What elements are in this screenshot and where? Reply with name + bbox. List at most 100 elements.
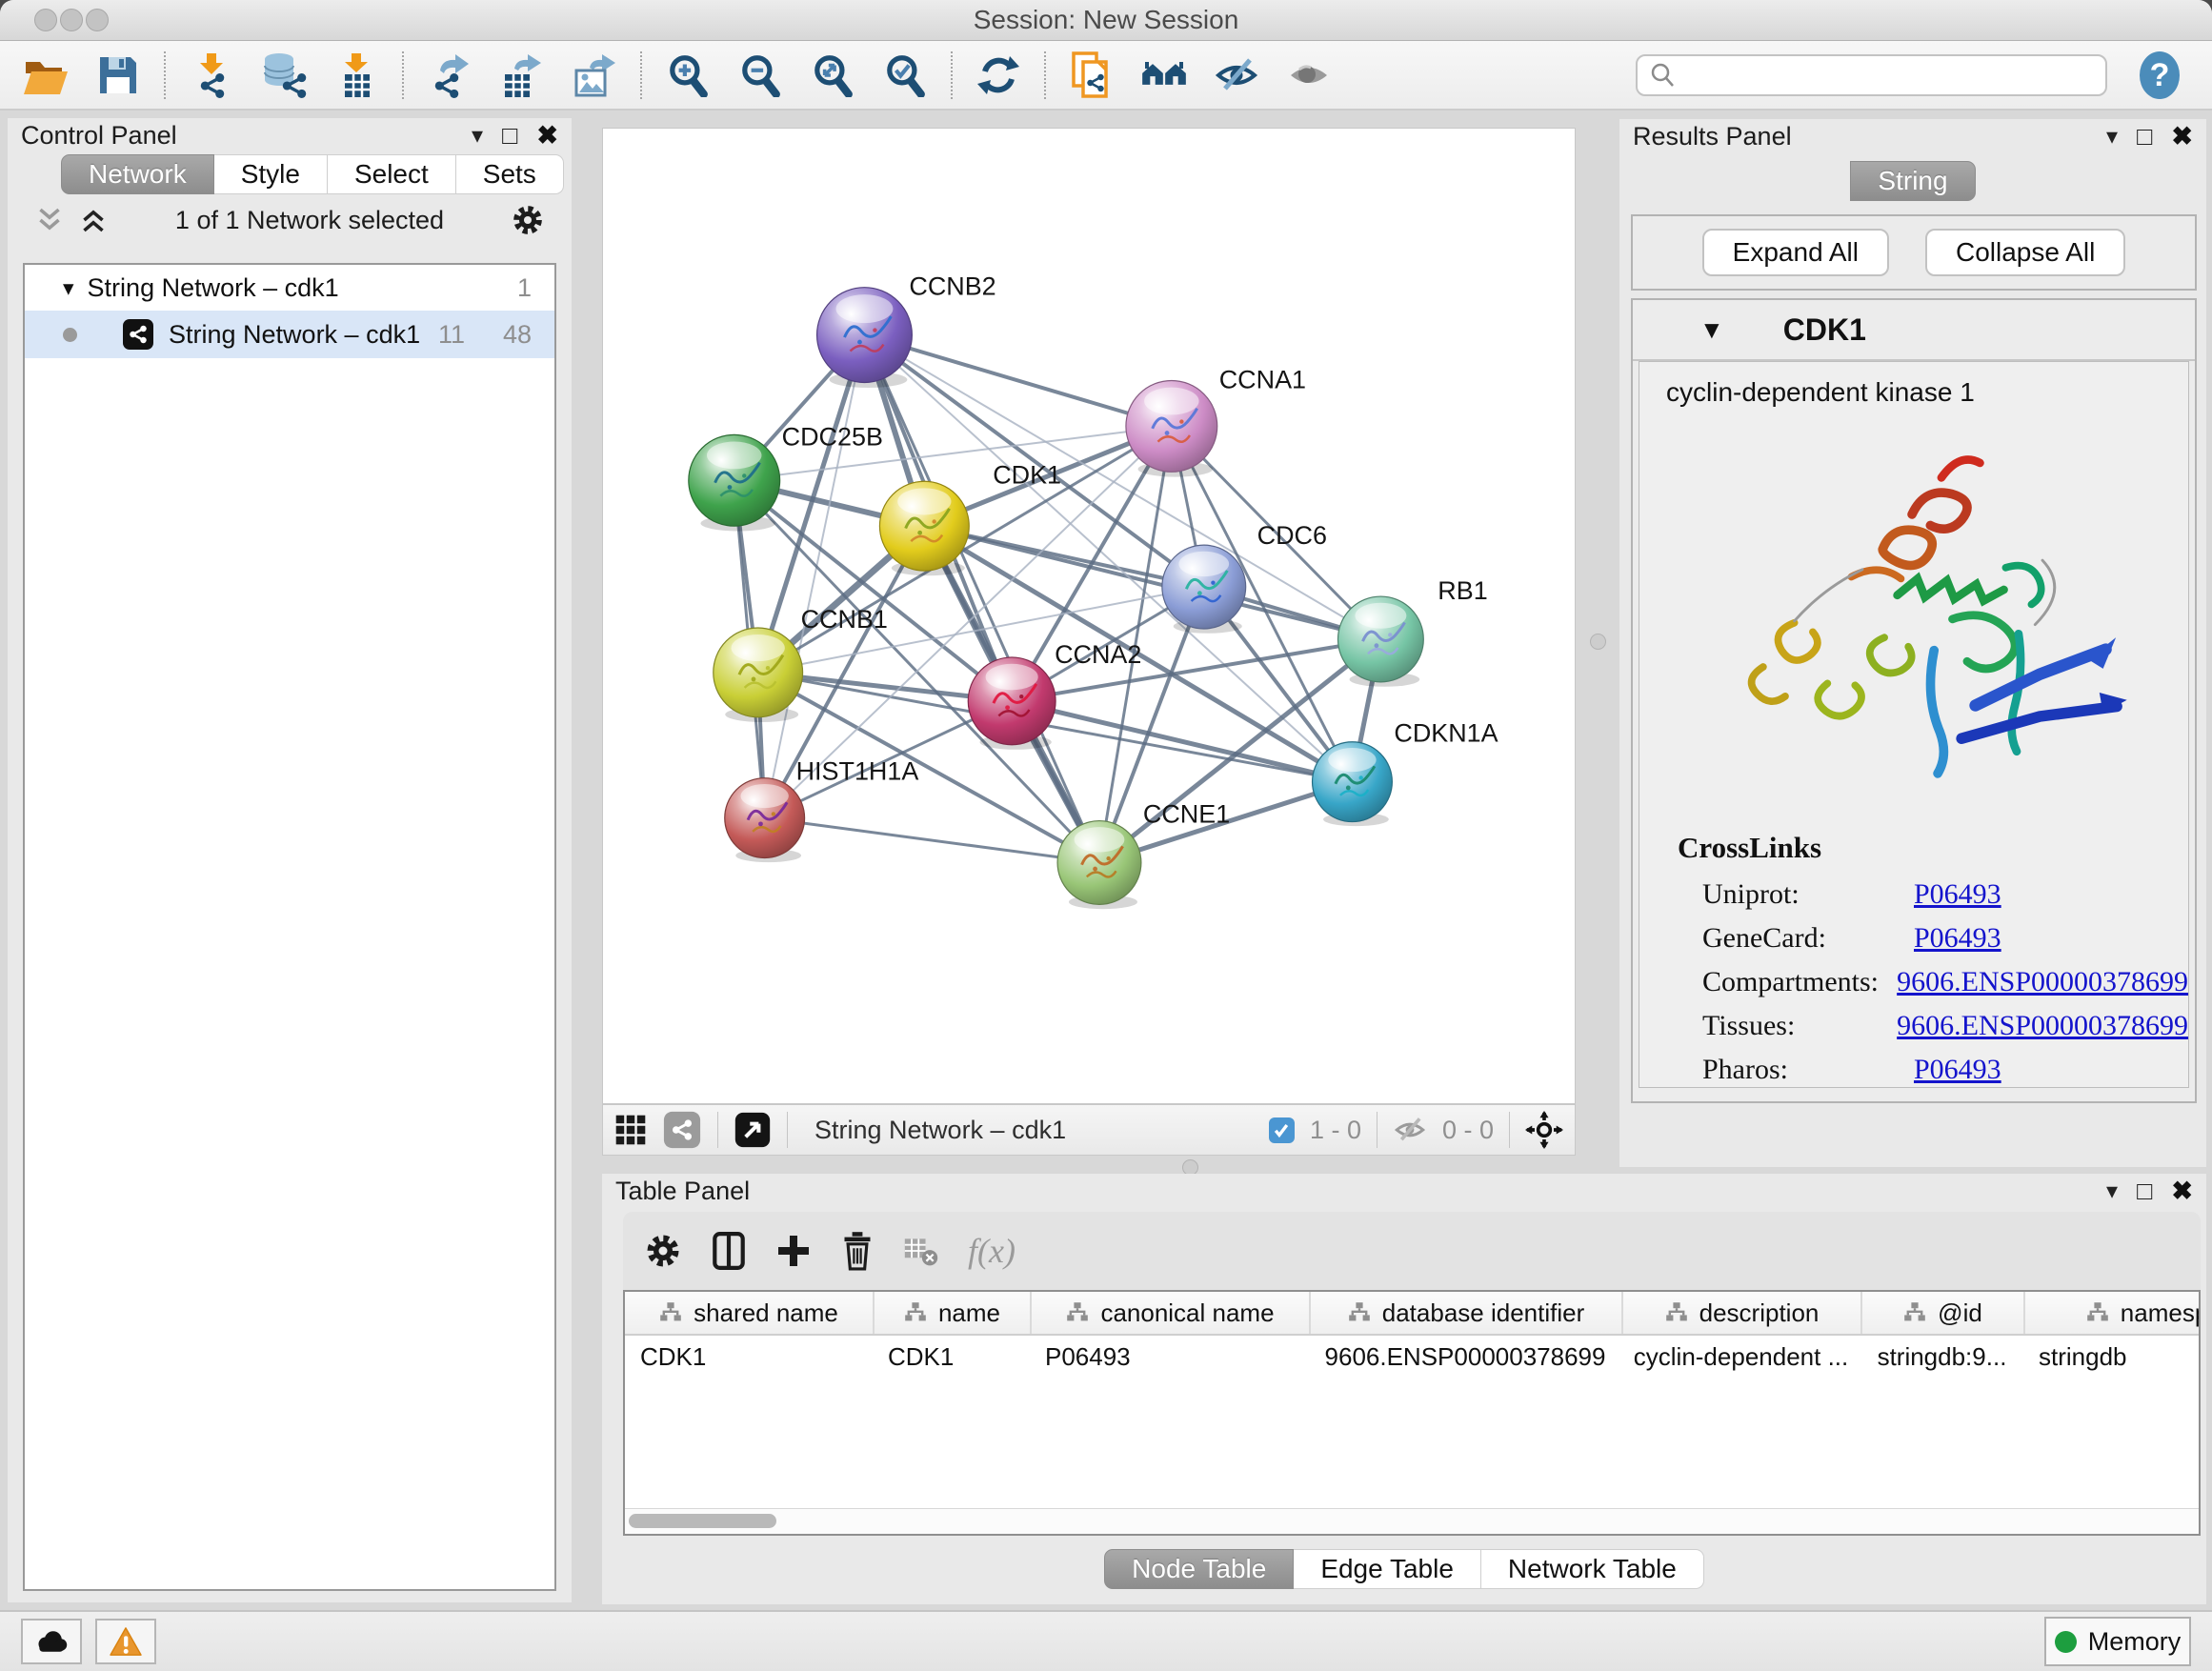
column-header-shared-name[interactable]: shared name xyxy=(625,1292,873,1334)
collection-expand-icon[interactable]: ▾ xyxy=(63,275,74,301)
zoom-fit-button[interactable] xyxy=(796,48,869,103)
column-header-canonical-name[interactable]: canonical name xyxy=(1030,1292,1309,1334)
string-home-button[interactable] xyxy=(1128,48,1200,103)
column-header-name[interactable]: name xyxy=(873,1292,1030,1334)
network-options-gear-icon[interactable] xyxy=(511,203,545,237)
control-panel-float-icon[interactable]: □ xyxy=(502,121,517,151)
node-details-expand-icon[interactable]: ▼ xyxy=(1699,315,1724,345)
column-header-@id[interactable]: @id xyxy=(1860,1292,2023,1334)
table-options-gear-icon[interactable] xyxy=(644,1232,682,1270)
tab-edge-table[interactable]: Edge Table xyxy=(1294,1549,1481,1589)
node-CDKN1A[interactable] xyxy=(1313,742,1393,826)
string-network-graph[interactable]: CCNB2CCNA1CDC25BCDK1CDC6RB1CCNB1CCNA2CDK… xyxy=(603,129,1575,1103)
open-session-button[interactable] xyxy=(10,48,82,103)
save-session-button[interactable] xyxy=(82,48,154,103)
zoom-out-button[interactable] xyxy=(724,48,796,103)
crosslink-link[interactable]: 9606.ENSP00000378699 xyxy=(1897,1010,2188,1042)
table-toolbar: f(x) xyxy=(623,1212,2201,1290)
control-panel-menu-icon[interactable]: ▾ xyxy=(472,122,483,150)
import-network-database-button[interactable] xyxy=(248,48,320,103)
collapse-all-button[interactable]: Collapse All xyxy=(1925,229,2125,276)
expand-all-icon[interactable] xyxy=(78,206,109,234)
table-cell[interactable]: CDK1 xyxy=(625,1336,873,1378)
import-network-file-button[interactable] xyxy=(175,48,248,103)
control-panel-tabs: NetworkStyleSelectSets xyxy=(61,154,533,194)
network-collection-row[interactable]: ▾ String Network – cdk1 1 xyxy=(25,265,554,311)
tab-select[interactable]: Select xyxy=(328,154,456,194)
tab-string[interactable]: String xyxy=(1850,161,1975,201)
status-bar: Memory xyxy=(0,1610,2212,1671)
search-input[interactable] xyxy=(1683,59,2094,91)
crosslink-link[interactable]: P06493 xyxy=(1914,878,2001,911)
control-panel-close-icon[interactable]: ✖ xyxy=(536,121,558,151)
apply-layout-button[interactable] xyxy=(962,48,1035,103)
import-table-file-button[interactable] xyxy=(320,48,392,103)
table-panel-menu-icon[interactable]: ▾ xyxy=(2106,1178,2118,1205)
export-table-button[interactable] xyxy=(486,48,558,103)
table-cell[interactable]: stringdb:9... xyxy=(1860,1336,2023,1378)
table-row[interactable]: CDK1CDK1P064939606.ENSP00000378699cyclin… xyxy=(625,1336,2199,1378)
tab-style[interactable]: Style xyxy=(214,154,328,194)
expand-all-button[interactable]: Expand All xyxy=(1702,229,1889,276)
column-header-description[interactable]: description xyxy=(1621,1292,1860,1334)
node-CCNB1[interactable] xyxy=(714,628,803,722)
node-RB1[interactable] xyxy=(1337,596,1423,687)
delete-column-icon[interactable] xyxy=(840,1231,875,1271)
table-cell[interactable]: 9606.ENSP00000378699 xyxy=(1309,1336,1621,1378)
cloud-status-button[interactable] xyxy=(21,1619,82,1664)
tab-node-table[interactable]: Node Table xyxy=(1104,1549,1294,1589)
column-header-database-identifier[interactable]: database identifier xyxy=(1309,1292,1621,1334)
node-HIST1H1A[interactable] xyxy=(725,778,805,862)
crosslink-label: GeneCard: xyxy=(1702,922,1914,955)
table-panel-title: Table Panel xyxy=(615,1177,750,1206)
results-panel-menu-icon[interactable]: ▾ xyxy=(2106,123,2118,151)
show-all-button[interactable] xyxy=(1273,48,1345,103)
memory-status-dot xyxy=(2055,1631,2077,1653)
crosslink-link[interactable]: 9606.ENSP00000378699 xyxy=(1897,966,2188,998)
node-CCNE1[interactable] xyxy=(1057,821,1141,910)
network-thumbnail-icon[interactable] xyxy=(662,1110,702,1150)
node-details-header[interactable]: ▼ CDK1 xyxy=(1633,300,2195,361)
selected-checkbox[interactable] xyxy=(1269,1117,1295,1143)
zoom-in-button[interactable] xyxy=(652,48,724,103)
function-builder-button[interactable]: f(x) xyxy=(968,1231,1016,1271)
clone-network-button[interactable] xyxy=(1056,48,1128,103)
vertical-splitter-handle[interactable] xyxy=(1590,634,1606,650)
table-panel-float-icon[interactable]: □ xyxy=(2137,1177,2152,1206)
fit-selected-crosshair-icon[interactable] xyxy=(1525,1111,1563,1149)
results-panel-close-icon[interactable]: ✖ xyxy=(2171,122,2193,151)
export-network-button[interactable] xyxy=(413,48,486,103)
grid-view-icon[interactable] xyxy=(614,1114,647,1146)
node-CCNA1[interactable] xyxy=(1126,380,1217,476)
table-cell[interactable]: cyclin-dependent ... xyxy=(1621,1336,1860,1378)
birdseye-view-icon[interactable] xyxy=(734,1111,772,1149)
warnings-button[interactable] xyxy=(95,1619,156,1664)
zoom-selected-button[interactable] xyxy=(869,48,941,103)
crosslink-link[interactable]: P06493 xyxy=(1914,922,2001,955)
help-icon: ? xyxy=(2134,50,2185,101)
table-panel-close-icon[interactable]: ✖ xyxy=(2171,1177,2193,1206)
add-column-icon[interactable] xyxy=(775,1233,812,1269)
hide-selected-button[interactable] xyxy=(1200,48,1273,103)
help-button[interactable]: ? xyxy=(2134,50,2185,101)
tab-network-table[interactable]: Network Table xyxy=(1481,1549,1704,1589)
node-CDC25B[interactable] xyxy=(689,434,780,531)
tab-network[interactable]: Network xyxy=(61,154,214,194)
results-panel-float-icon[interactable]: □ xyxy=(2137,122,2152,151)
crosslink-link[interactable]: P06493 xyxy=(1914,1054,2001,1086)
table-horizontal-scrollbar[interactable] xyxy=(625,1508,2199,1534)
tab-sets[interactable]: Sets xyxy=(456,154,564,194)
network-canvas[interactable]: CCNB2CCNA1CDC25BCDK1CDC6RB1CCNB1CCNA2CDK… xyxy=(602,128,1576,1104)
export-image-button[interactable] xyxy=(558,48,631,103)
crosslink-label: Compartments: xyxy=(1702,966,1897,998)
memory-button[interactable]: Memory xyxy=(2044,1617,2191,1666)
collapse-all-icon[interactable] xyxy=(34,206,65,234)
scrollbar-thumb[interactable] xyxy=(629,1514,776,1528)
column-header-namespace[interactable]: namespace xyxy=(2023,1292,2199,1334)
table-cell[interactable]: P06493 xyxy=(1030,1336,1309,1378)
table-cell[interactable]: stringdb xyxy=(2023,1336,2199,1378)
network-row[interactable]: String Network – cdk1 11 48 xyxy=(25,311,554,358)
table-cell[interactable]: CDK1 xyxy=(873,1336,1030,1378)
clear-table-icon[interactable] xyxy=(903,1235,939,1267)
show-columns-icon[interactable] xyxy=(711,1231,747,1271)
